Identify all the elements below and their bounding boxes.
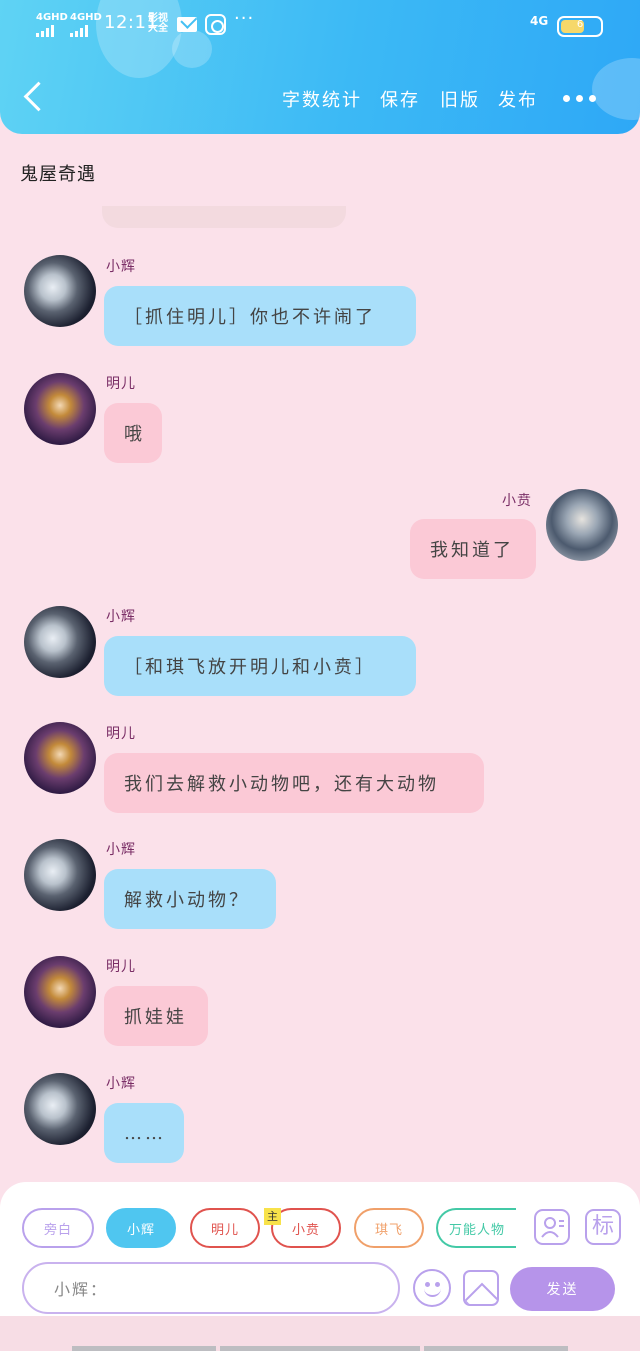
signal-sim1-icon: 4GHD xyxy=(36,12,68,37)
role-chip-xiaoben[interactable]: 小贲 xyxy=(271,1208,341,1248)
message-bubble[interactable]: 哦 xyxy=(104,403,162,463)
app-badge: 影视 大全 xyxy=(148,13,168,34)
role-chip-minger[interactable]: 明儿 xyxy=(190,1208,260,1248)
signal-sim2-icon: 4GHD xyxy=(70,12,102,37)
more-notifications-icon: ··· xyxy=(234,8,255,29)
role-chip-narrator[interactable]: 旁白 xyxy=(22,1208,94,1248)
speaker-name: 小辉 xyxy=(106,1076,136,1092)
speaker-name: 明儿 xyxy=(106,959,136,975)
speaker-name: 小辉 xyxy=(106,259,136,275)
message-bubble[interactable]: ［抓住明儿］你也不许闹了 xyxy=(104,286,416,346)
more-dots-icon[interactable] xyxy=(560,88,600,108)
message-bubble[interactable]: 我们去解救小动物吧，还有大动物 xyxy=(104,753,484,813)
save-button[interactable]: 保存 xyxy=(380,86,420,112)
avatar[interactable] xyxy=(24,255,96,327)
avatar[interactable] xyxy=(24,373,96,445)
emoji-icon[interactable] xyxy=(413,1269,451,1307)
message-bubble[interactable]: ［和琪飞放开明儿和小贲］ xyxy=(104,636,416,696)
speaker-name: 小辉 xyxy=(106,609,136,625)
send-button[interactable]: 发送 xyxy=(510,1267,615,1311)
tag-icon[interactable]: 标 xyxy=(585,1209,621,1245)
speaker-name: 小贲 xyxy=(502,493,532,509)
message-bubble[interactable]: …… xyxy=(104,1103,184,1163)
role-chip-universal[interactable]: 万能人物 xyxy=(436,1208,516,1248)
role-chip-xiaohui[interactable]: 小辉 xyxy=(106,1208,176,1248)
keyboard-hint xyxy=(72,1346,216,1351)
publish-button[interactable]: 发布 xyxy=(498,86,538,112)
role-card-icon[interactable] xyxy=(534,1209,570,1245)
avatar[interactable] xyxy=(24,839,96,911)
top-bar: 4GHD 4GHD 12:11 影视 大全 ··· 4G 6 字数统计 保存 旧… xyxy=(0,0,640,134)
avatar[interactable] xyxy=(24,1073,96,1145)
app-icon xyxy=(205,14,226,35)
signal-label: 4GHD xyxy=(36,12,68,23)
partial-message-bubble xyxy=(102,206,346,228)
speaker-name: 小辉 xyxy=(106,842,136,858)
role-chip-qifei[interactable]: 琪飞 xyxy=(354,1208,424,1248)
network-indicator: 4G xyxy=(530,14,549,28)
signal-label: 4GHD xyxy=(70,12,102,23)
battery-percent: 6 xyxy=(576,19,584,30)
main-character-badge: 主 xyxy=(264,1208,281,1225)
battery-icon: 6 xyxy=(557,16,603,37)
image-icon[interactable] xyxy=(463,1270,499,1306)
message-input[interactable]: 小辉： xyxy=(22,1262,400,1314)
mail-icon xyxy=(177,17,197,32)
status-bar: 4GHD 4GHD 12:11 影视 大全 ··· 4G 6 xyxy=(0,8,640,40)
message-bubble[interactable]: 我知道了 xyxy=(410,519,536,579)
message-bubble[interactable]: 解救小动物？ xyxy=(104,869,276,929)
speaker-name: 明儿 xyxy=(106,726,136,742)
avatar[interactable] xyxy=(24,956,96,1028)
speaker-name: 明儿 xyxy=(106,376,136,392)
avatar[interactable] xyxy=(546,489,618,561)
avatar[interactable] xyxy=(24,606,96,678)
keyboard-hint xyxy=(424,1346,568,1351)
avatar[interactable] xyxy=(24,722,96,794)
word-count-button[interactable]: 字数统计 xyxy=(282,86,362,112)
old-version-button[interactable]: 旧版 xyxy=(440,86,480,112)
back-arrow-icon[interactable] xyxy=(20,80,50,116)
message-bubble[interactable]: 抓娃娃 xyxy=(104,986,208,1046)
story-title: 鬼屋奇遇 xyxy=(20,164,96,185)
keyboard-hint xyxy=(220,1346,420,1351)
